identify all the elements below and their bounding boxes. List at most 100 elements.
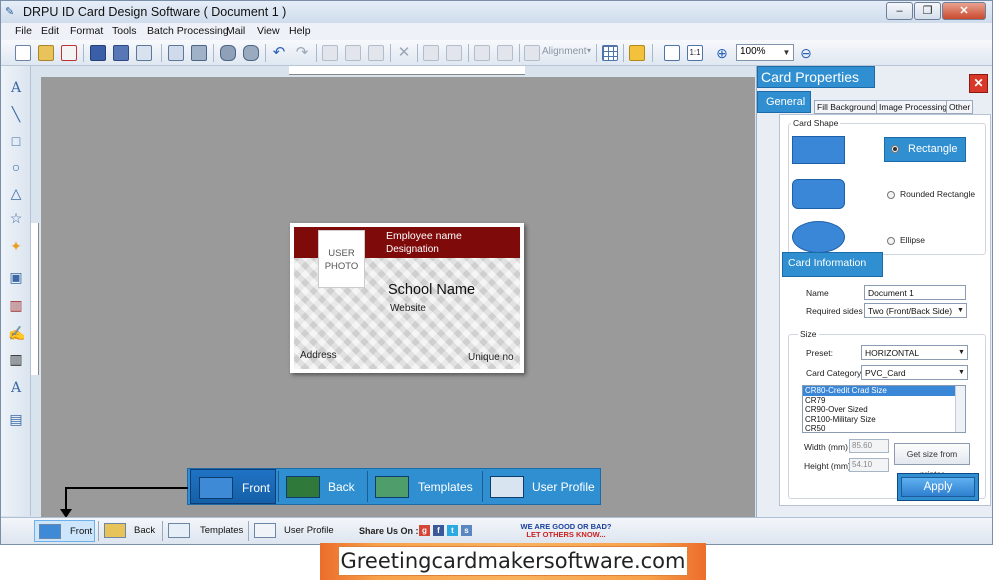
twitter-icon[interactable]: t: [447, 525, 458, 536]
tab-back-large[interactable]: Back: [280, 469, 364, 504]
school-name-text[interactable]: School Name: [388, 282, 475, 298]
save-as-icon[interactable]: [113, 45, 129, 61]
tab-templates[interactable]: Templates: [165, 520, 245, 542]
cut-icon[interactable]: [322, 45, 338, 61]
alignment-chevron-icon[interactable]: ▾: [587, 46, 591, 55]
menu-batch-processing[interactable]: Batch Processing: [147, 25, 229, 37]
name-input[interactable]: Document 1: [864, 285, 966, 300]
employee-name-text[interactable]: Employee name: [386, 230, 462, 242]
menu-format[interactable]: Format: [70, 25, 103, 37]
width-input[interactable]: 85.60: [849, 439, 889, 453]
save-icon[interactable]: [90, 45, 106, 61]
actual-size-icon[interactable]: 1:1: [687, 45, 703, 61]
ellipse-shape-preview[interactable]: [792, 221, 845, 253]
ungroup-icon[interactable]: [446, 45, 462, 61]
rounded-rectangle-shape-preview[interactable]: [792, 179, 845, 209]
export-icon[interactable]: [136, 45, 152, 61]
menu-edit[interactable]: Edit: [41, 25, 59, 37]
tab-user-profile-large[interactable]: User Profile: [484, 469, 600, 504]
library-tool-icon[interactable]: ▥: [8, 297, 24, 313]
required-sides-select[interactable]: Two (Front/Back Side) ▼: [864, 303, 967, 318]
print-preview-icon[interactable]: [168, 45, 184, 61]
size-option[interactable]: CR100-Military Size: [803, 415, 965, 425]
tab-fill-background[interactable]: Fill Background: [814, 100, 879, 114]
text-tool-icon[interactable]: A: [8, 80, 24, 96]
height-input[interactable]: 54.10: [849, 458, 889, 472]
tab-templates-large[interactable]: Templates: [369, 469, 481, 504]
size-option[interactable]: CR50: [803, 424, 965, 432]
panel-close-icon[interactable]: ✕: [969, 74, 988, 93]
undo-icon[interactable]: ↶: [271, 45, 287, 61]
minimize-button[interactable]: –: [886, 2, 913, 20]
signature-tool-icon[interactable]: ✍: [8, 325, 25, 341]
rectangle-tool-icon[interactable]: □: [8, 133, 24, 149]
alignment-dropdown[interactable]: Alignment: [542, 46, 586, 57]
image-tool-icon[interactable]: ▣: [8, 269, 24, 285]
get-size-from-printer-button[interactable]: Get size from printer: [894, 443, 970, 479]
tab-back[interactable]: Back: [101, 520, 159, 542]
redo-icon[interactable]: ↷: [294, 45, 310, 61]
size-list-scrollbar[interactable]: [955, 386, 965, 432]
rounded-rectangle-radio[interactable]: [887, 191, 895, 199]
alignment-icon[interactable]: [524, 45, 540, 61]
new-document-icon[interactable]: [15, 45, 31, 61]
picture-tool-icon[interactable]: ▤: [8, 411, 24, 427]
size-option[interactable]: CR79: [803, 396, 965, 406]
rectangle-radio[interactable]: [891, 145, 899, 153]
menu-help[interactable]: Help: [289, 25, 311, 37]
triangle-tool-icon[interactable]: △: [8, 185, 24, 201]
mail-icon[interactable]: [629, 45, 645, 61]
tab-front-large[interactable]: Front: [190, 469, 276, 504]
print-icon[interactable]: [191, 45, 207, 61]
size-option[interactable]: CR80-Credit Crad Size: [803, 386, 965, 396]
rectangle-shape-preview[interactable]: [792, 136, 845, 164]
fit-to-window-icon[interactable]: [664, 45, 680, 61]
zoom-out-icon[interactable]: ⊖: [798, 45, 814, 61]
feedback-banner[interactable]: WE ARE GOOD OR BAD? LET OTHERS KNOW...: [501, 523, 631, 539]
share-icon[interactable]: s: [461, 525, 472, 536]
star-tool-icon[interactable]: ☆: [8, 210, 24, 226]
symbol-tool-icon[interactable]: ✦: [8, 238, 24, 254]
copy-icon[interactable]: [345, 45, 361, 61]
close-button[interactable]: ✕: [942, 2, 986, 20]
design-canvas[interactable]: USER PHOTO Employee name Designation Sch…: [41, 77, 755, 517]
address-text[interactable]: Address: [300, 350, 337, 361]
apply-button[interactable]: Apply: [901, 477, 975, 497]
watermark-tool-icon[interactable]: A: [8, 380, 24, 396]
menu-tools[interactable]: Tools: [112, 25, 137, 37]
paste-icon[interactable]: [368, 45, 384, 61]
menu-mail[interactable]: Mail: [226, 25, 245, 37]
zoom-in-icon[interactable]: ⊕: [714, 45, 730, 61]
size-option[interactable]: CR90-Over Sized: [803, 405, 965, 415]
tab-other[interactable]: Other: [946, 100, 974, 114]
ellipse-radio[interactable]: [887, 237, 895, 245]
user-photo-placeholder[interactable]: USER PHOTO: [318, 230, 365, 288]
line-tool-icon[interactable]: ╲: [8, 106, 24, 122]
open-folder-icon[interactable]: [38, 45, 54, 61]
menu-file[interactable]: File: [15, 25, 32, 37]
tab-user-profile[interactable]: User Profile: [251, 520, 335, 542]
facebook-icon[interactable]: f: [433, 525, 444, 536]
size-list[interactable]: CR80-Credit Crad Size CR79 CR90-Over Siz…: [802, 385, 966, 433]
grid-icon[interactable]: [602, 45, 618, 61]
unlock-icon[interactable]: [497, 45, 513, 61]
google-plus-icon[interactable]: g: [419, 525, 430, 536]
website-text[interactable]: Website: [390, 303, 426, 314]
preset-select[interactable]: HORIZONTAL ▼: [861, 345, 968, 360]
lock-icon[interactable]: [474, 45, 490, 61]
barcode-tool-icon[interactable]: ▥: [8, 351, 24, 367]
zoom-select[interactable]: 100% ▼: [736, 44, 794, 61]
group-icon[interactable]: [423, 45, 439, 61]
ellipse-tool-icon[interactable]: ○: [8, 159, 24, 175]
database-icon[interactable]: [220, 45, 236, 61]
delete-icon[interactable]: ✕: [396, 45, 412, 61]
card-category-select[interactable]: PVC_Card ▼: [861, 365, 968, 380]
close-document-icon[interactable]: [61, 45, 77, 61]
maximize-button[interactable]: ❐: [914, 2, 941, 20]
unique-no-text[interactable]: Unique no: [468, 352, 514, 363]
designation-text[interactable]: Designation: [386, 244, 439, 255]
id-card[interactable]: USER PHOTO Employee name Designation Sch…: [290, 223, 524, 373]
menu-view[interactable]: View: [257, 25, 280, 37]
tab-image-processing[interactable]: Image Processing: [876, 100, 951, 114]
database-settings-icon[interactable]: [243, 45, 259, 61]
